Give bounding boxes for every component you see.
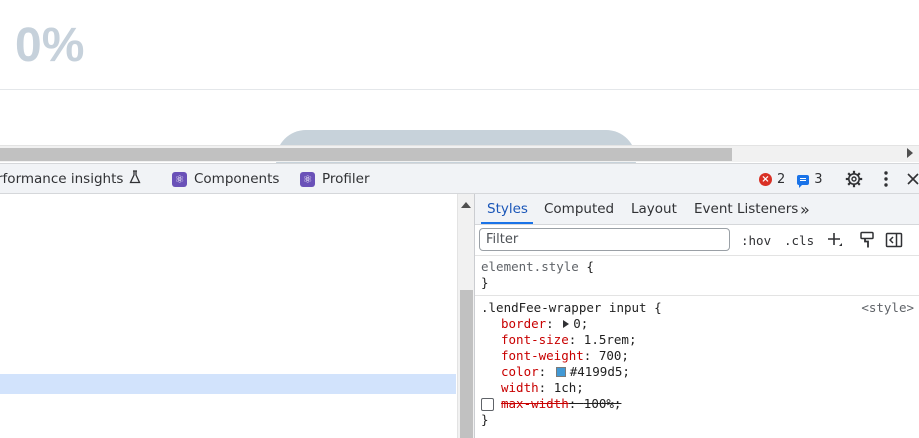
property-name[interactable]: font-weight bbox=[501, 348, 584, 363]
more-tabs-chevron-icon[interactable]: » bbox=[800, 194, 810, 224]
css-declaration[interactable]: font-weight: 700; bbox=[481, 348, 919, 364]
horizontal-scrollbar[interactable] bbox=[0, 145, 919, 162]
tab-event-listeners[interactable]: Event Listeners bbox=[694, 194, 798, 224]
filter-input[interactable] bbox=[479, 228, 730, 251]
page-divider bbox=[0, 89, 919, 90]
rule-open-brace: { bbox=[586, 259, 594, 274]
tab-label: Profiler bbox=[322, 171, 370, 187]
devtools-tab-bar: rformance insights ⚛ Components ⚛ Profil… bbox=[0, 163, 919, 194]
property-value[interactable]: 700; bbox=[599, 348, 629, 363]
vertical-scrollbar[interactable] bbox=[457, 194, 474, 438]
element-style-rule[interactable]: element.style { } bbox=[475, 258, 919, 296]
paint-brush-icon[interactable] bbox=[857, 230, 877, 250]
style-source-link[interactable]: <style> bbox=[861, 300, 914, 316]
message-icon bbox=[797, 174, 810, 188]
selected-tree-row[interactable] bbox=[0, 374, 456, 394]
property-name[interactable]: font-size bbox=[501, 332, 569, 347]
react-icon: ⚛ bbox=[172, 171, 187, 187]
flask-icon bbox=[129, 170, 141, 188]
error-count: 2 bbox=[777, 172, 786, 187]
scroll-up-arrow-icon[interactable] bbox=[461, 202, 471, 208]
property-name[interactable]: max-width bbox=[501, 396, 569, 411]
tab-profiler[interactable]: ⚛ Profiler bbox=[300, 164, 370, 194]
property-value[interactable]: 0; bbox=[573, 316, 588, 331]
property-name[interactable]: width bbox=[501, 380, 539, 395]
tab-label: rformance insights bbox=[0, 171, 124, 187]
rule-open-brace: { bbox=[654, 300, 662, 315]
error-icon: × bbox=[759, 173, 772, 186]
property-value[interactable]: 1ch; bbox=[554, 380, 584, 395]
page-viewport: 0% bbox=[0, 0, 919, 163]
tab-components[interactable]: ⚛ Components bbox=[172, 164, 279, 194]
tab-computed[interactable]: Computed bbox=[544, 194, 614, 224]
gear-icon[interactable] bbox=[844, 169, 864, 189]
property-value[interactable]: 1.5rem; bbox=[584, 332, 637, 347]
property-value[interactable]: 100%; bbox=[584, 396, 622, 411]
percentage-value: 0% bbox=[15, 19, 85, 72]
styles-toolbar: :hov .cls bbox=[475, 225, 919, 256]
toggle-sidebar-icon[interactable] bbox=[884, 230, 904, 250]
css-declaration-disabled[interactable]: max-width: 100%; bbox=[481, 396, 919, 412]
new-style-rule-icon[interactable] bbox=[825, 230, 845, 250]
property-name[interactable]: color bbox=[501, 364, 539, 379]
tab-layout[interactable]: Layout bbox=[631, 194, 677, 224]
scroll-right-arrow-icon[interactable] bbox=[907, 148, 913, 158]
hov-toggle-button[interactable]: :hov bbox=[741, 233, 771, 248]
issues-counter[interactable]: × 2 3 bbox=[759, 171, 823, 188]
tab-styles[interactable]: Styles bbox=[487, 194, 528, 224]
css-declaration[interactable]: width: 1ch; bbox=[481, 380, 919, 396]
styles-pane: Styles Computed Layout Event Listeners »… bbox=[475, 194, 919, 438]
vertical-scroll-thumb[interactable] bbox=[460, 290, 473, 438]
tab-label: Components bbox=[194, 171, 280, 187]
elements-tree-panel[interactable] bbox=[0, 194, 457, 438]
rule-close-brace: } bbox=[481, 275, 489, 290]
rule-selector: element.style bbox=[481, 259, 579, 274]
active-tab-indicator bbox=[481, 222, 533, 224]
expand-triangle-icon[interactable] bbox=[563, 320, 570, 328]
react-icon: ⚛ bbox=[300, 171, 315, 187]
declaration-checkbox[interactable] bbox=[481, 398, 494, 411]
color-swatch[interactable] bbox=[555, 367, 566, 377]
css-declaration[interactable]: color: #4199d5; bbox=[481, 364, 919, 380]
close-icon[interactable] bbox=[903, 169, 919, 189]
css-rule-lendfee-input[interactable]: .lendFee-wrapper input { <style> border:… bbox=[475, 297, 919, 438]
property-value[interactable]: #4199d5; bbox=[570, 364, 630, 379]
kebab-menu-icon[interactable] bbox=[876, 169, 896, 189]
rule-close-brace: } bbox=[481, 412, 489, 427]
tab-performance-insights[interactable]: rformance insights bbox=[0, 164, 141, 194]
styles-pane-tabs: Styles Computed Layout Event Listeners » bbox=[475, 194, 919, 225]
message-count: 3 bbox=[814, 172, 823, 187]
css-declaration[interactable]: font-size: 1.5rem; bbox=[481, 332, 919, 348]
cls-toggle-button[interactable]: .cls bbox=[784, 233, 814, 248]
property-name[interactable]: border bbox=[501, 316, 546, 331]
horizontal-scroll-thumb[interactable] bbox=[0, 148, 732, 161]
css-declaration[interactable]: border: 0; bbox=[481, 316, 919, 332]
rule-selector[interactable]: .lendFee-wrapper input bbox=[481, 300, 647, 315]
